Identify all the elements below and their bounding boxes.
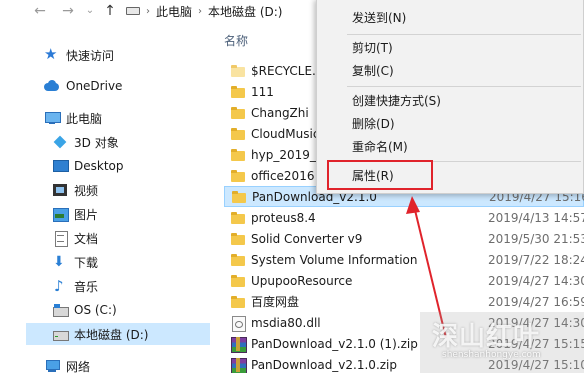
navigation-pane: 快速访问 OneDrive 此电脑 3D 对象 Desktop 视频 图片 文档… — [0, 24, 210, 373]
nav-item-label: 图片 — [74, 207, 99, 222]
nav-item-documents[interactable]: 文档 — [52, 227, 98, 249]
dll-file-icon — [230, 315, 246, 332]
file-row[interactable]: UpupooResource 2019/4/27 14:30 — [224, 270, 584, 291]
menu-item-delete[interactable]: 删除(D) — [318, 113, 584, 135]
nav-item-label: 视频 — [74, 183, 99, 198]
folder-icon — [230, 168, 246, 184]
file-date: 2019/4/27 16:59 — [488, 294, 584, 309]
nav-item-3d-objects[interactable]: 3D 对象 — [52, 131, 119, 153]
cloud-icon — [44, 78, 60, 94]
nav-item-local-disk-d[interactable]: 本地磁盘 (D:) — [26, 323, 210, 345]
documents-icon — [52, 230, 68, 247]
music-icon — [52, 278, 68, 294]
address-bar[interactable]: › 此电脑 › 本地磁盘 (D:) — [126, 1, 326, 21]
nav-item-label: 3D 对象 — [74, 135, 119, 150]
file-row[interactable]: Solid Converter v9 2019/5/30 21:53 — [224, 228, 584, 249]
folder-icon — [230, 252, 246, 268]
nav-item-network[interactable]: 网络 — [44, 355, 90, 373]
download-icon — [52, 254, 68, 270]
folder-icon — [230, 273, 246, 289]
menu-item-cut[interactable]: 剪切(T) — [318, 37, 584, 59]
watermark-url: shenshanhongye.com — [442, 350, 541, 360]
nav-item-label: Desktop — [74, 159, 124, 173]
pictures-icon — [52, 206, 69, 222]
nav-item-label: OS (C:) — [74, 303, 117, 317]
folder-icon — [230, 147, 246, 163]
zip-archive-icon — [230, 336, 247, 353]
file-date: 2019/5/30 21:53 — [488, 231, 584, 246]
nav-item-desktop[interactable]: Desktop — [52, 155, 124, 177]
forward-button[interactable]: → — [58, 2, 78, 20]
recent-locations-button[interactable]: ⌄ — [80, 2, 100, 20]
drive-icon — [52, 326, 69, 342]
up-button[interactable]: ↑ — [100, 2, 120, 20]
breadcrumb-separator: › — [146, 5, 150, 17]
nav-item-label: 快速访问 — [66, 48, 115, 63]
file-name: proteus8.4 — [251, 210, 316, 225]
breadcrumb-this-pc[interactable]: 此电脑 — [156, 3, 192, 20]
properties-highlight-box — [327, 160, 433, 190]
file-date: 2019/4/13 14:57 — [488, 210, 584, 225]
nav-item-label: 下载 — [74, 255, 99, 270]
video-icon — [52, 182, 68, 198]
nav-item-label: 音乐 — [74, 279, 99, 294]
menu-separator — [347, 34, 581, 35]
computer-icon — [44, 110, 61, 126]
network-icon — [44, 358, 60, 373]
os-drive-icon — [52, 302, 69, 318]
desktop-icon — [52, 158, 69, 174]
file-row[interactable]: System Volume Information 2019/7/22 18:2… — [224, 249, 584, 270]
nav-item-label: OneDrive — [66, 79, 123, 93]
nav-item-os-c[interactable]: OS (C:) — [52, 299, 117, 321]
nav-item-quick-access[interactable]: 快速访问 — [44, 44, 114, 66]
zip-archive-icon — [230, 357, 247, 373]
folder-icon — [230, 231, 246, 247]
folder-icon — [230, 84, 246, 100]
folder-icon — [231, 189, 247, 205]
menu-item-send-to[interactable]: 发送到(N) — [318, 7, 584, 29]
menu-separator — [347, 86, 581, 87]
breadcrumb-separator: › — [198, 5, 203, 17]
column-header-name[interactable]: 名称 — [224, 30, 324, 52]
nav-item-music[interactable]: 音乐 — [52, 275, 98, 297]
drive-icon — [126, 7, 140, 15]
menu-item-rename[interactable]: 重命名(M) — [318, 136, 584, 158]
watermark-logo: 深山红叶 — [432, 322, 541, 352]
folder-icon — [230, 126, 246, 142]
nav-item-pictures[interactable]: 图片 — [52, 203, 98, 225]
nav-item-label: 网络 — [66, 359, 91, 373]
file-name: UpupooResource — [251, 273, 353, 288]
file-date: 2019/7/22 18:24 — [488, 252, 584, 267]
file-name: Solid Converter v9 — [251, 231, 363, 246]
menu-item-copy[interactable]: 复制(C) — [318, 60, 584, 82]
nav-item-label: 此电脑 — [66, 111, 103, 126]
folder-icon — [230, 63, 246, 79]
menu-item-create-shortcut[interactable]: 创建快捷方式(S) — [318, 90, 584, 112]
file-row[interactable]: proteus8.4 2019/4/13 14:57 — [224, 207, 584, 228]
nav-item-videos[interactable]: 视频 — [52, 179, 98, 201]
folder-icon — [230, 105, 246, 121]
folder-icon — [230, 210, 246, 226]
folder-icon — [230, 294, 246, 310]
nav-item-downloads[interactable]: 下载 — [52, 251, 98, 273]
nav-item-onedrive[interactable]: OneDrive — [44, 75, 122, 97]
3d-objects-icon — [52, 134, 68, 150]
nav-item-label: 文档 — [74, 231, 99, 246]
file-row[interactable]: 百度网盘 2019/4/27 16:59 — [224, 291, 584, 312]
file-date: 2019/4/27 14:30 — [488, 273, 584, 288]
nav-item-label: 本地磁盘 (D:) — [74, 327, 149, 342]
file-name: 百度网盘 — [251, 295, 300, 309]
star-icon — [44, 46, 60, 63]
file-name: System Volume Information — [251, 252, 418, 267]
nav-item-this-pc[interactable]: 此电脑 — [44, 107, 102, 129]
back-button[interactable]: ← — [30, 2, 50, 20]
breadcrumb-local-disk[interactable]: 本地磁盘 (D:) — [208, 3, 282, 20]
